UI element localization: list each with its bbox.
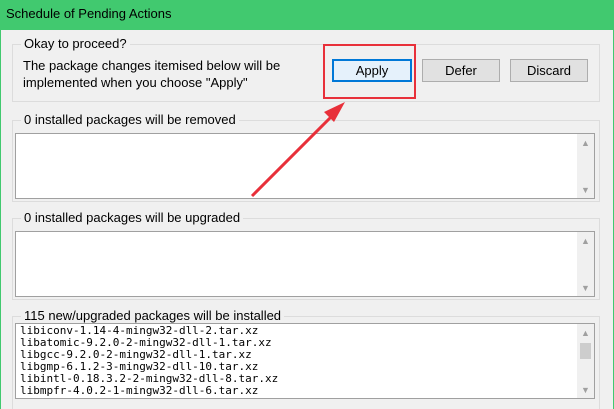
removed-label: 0 installed packages will be removed bbox=[21, 112, 239, 127]
upgraded-scrollbar[interactable]: ▲ ▼ bbox=[577, 232, 594, 296]
apply-highlight-box bbox=[323, 44, 416, 99]
installed-group: 115 new/upgraded packages will be instal… bbox=[12, 308, 600, 409]
installed-list[interactable]: libiconv-1.14-4-mingw32-dll-2.tar.xz liba… bbox=[15, 323, 595, 399]
package-list: libiconv-1.14-4-mingw32-dll-2.tar.xz liba… bbox=[20, 325, 574, 397]
scroll-up-icon[interactable]: ▲ bbox=[577, 232, 594, 249]
upgraded-label: 0 installed packages will be upgraded bbox=[21, 210, 244, 225]
removed-group: 0 installed packages will be removed ▲ ▼ bbox=[12, 112, 600, 202]
scroll-up-icon[interactable]: ▲ bbox=[577, 324, 594, 341]
upgraded-list[interactable]: ▲ ▼ bbox=[15, 231, 595, 297]
title-bar: Schedule of Pending Actions bbox=[0, 0, 614, 30]
window-title: Schedule of Pending Actions bbox=[6, 6, 172, 21]
discard-button[interactable]: Discard bbox=[510, 59, 588, 82]
scroll-thumb[interactable] bbox=[580, 343, 591, 359]
proceed-description: The package changes itemised below will … bbox=[23, 58, 281, 90]
installed-scrollbar[interactable]: ▲ ▼ bbox=[577, 324, 594, 398]
proceed-label: Okay to proceed? bbox=[21, 36, 130, 51]
scroll-up-icon[interactable]: ▲ bbox=[577, 134, 594, 151]
removed-scrollbar[interactable]: ▲ ▼ bbox=[577, 134, 594, 198]
removed-list[interactable]: ▲ ▼ bbox=[15, 133, 595, 199]
defer-button[interactable]: Defer bbox=[422, 59, 500, 82]
upgraded-group: 0 installed packages will be upgraded ▲ … bbox=[12, 210, 600, 300]
package-list-item[interactable]: libmpfr-4.0.2-1-mingw32-dll-6.tar.xz bbox=[20, 385, 574, 397]
installed-label: 115 new/upgraded packages will be instal… bbox=[21, 308, 285, 323]
scroll-down-icon[interactable]: ▼ bbox=[577, 279, 594, 296]
scroll-down-icon[interactable]: ▼ bbox=[577, 181, 594, 198]
scroll-down-icon[interactable]: ▼ bbox=[577, 381, 594, 398]
